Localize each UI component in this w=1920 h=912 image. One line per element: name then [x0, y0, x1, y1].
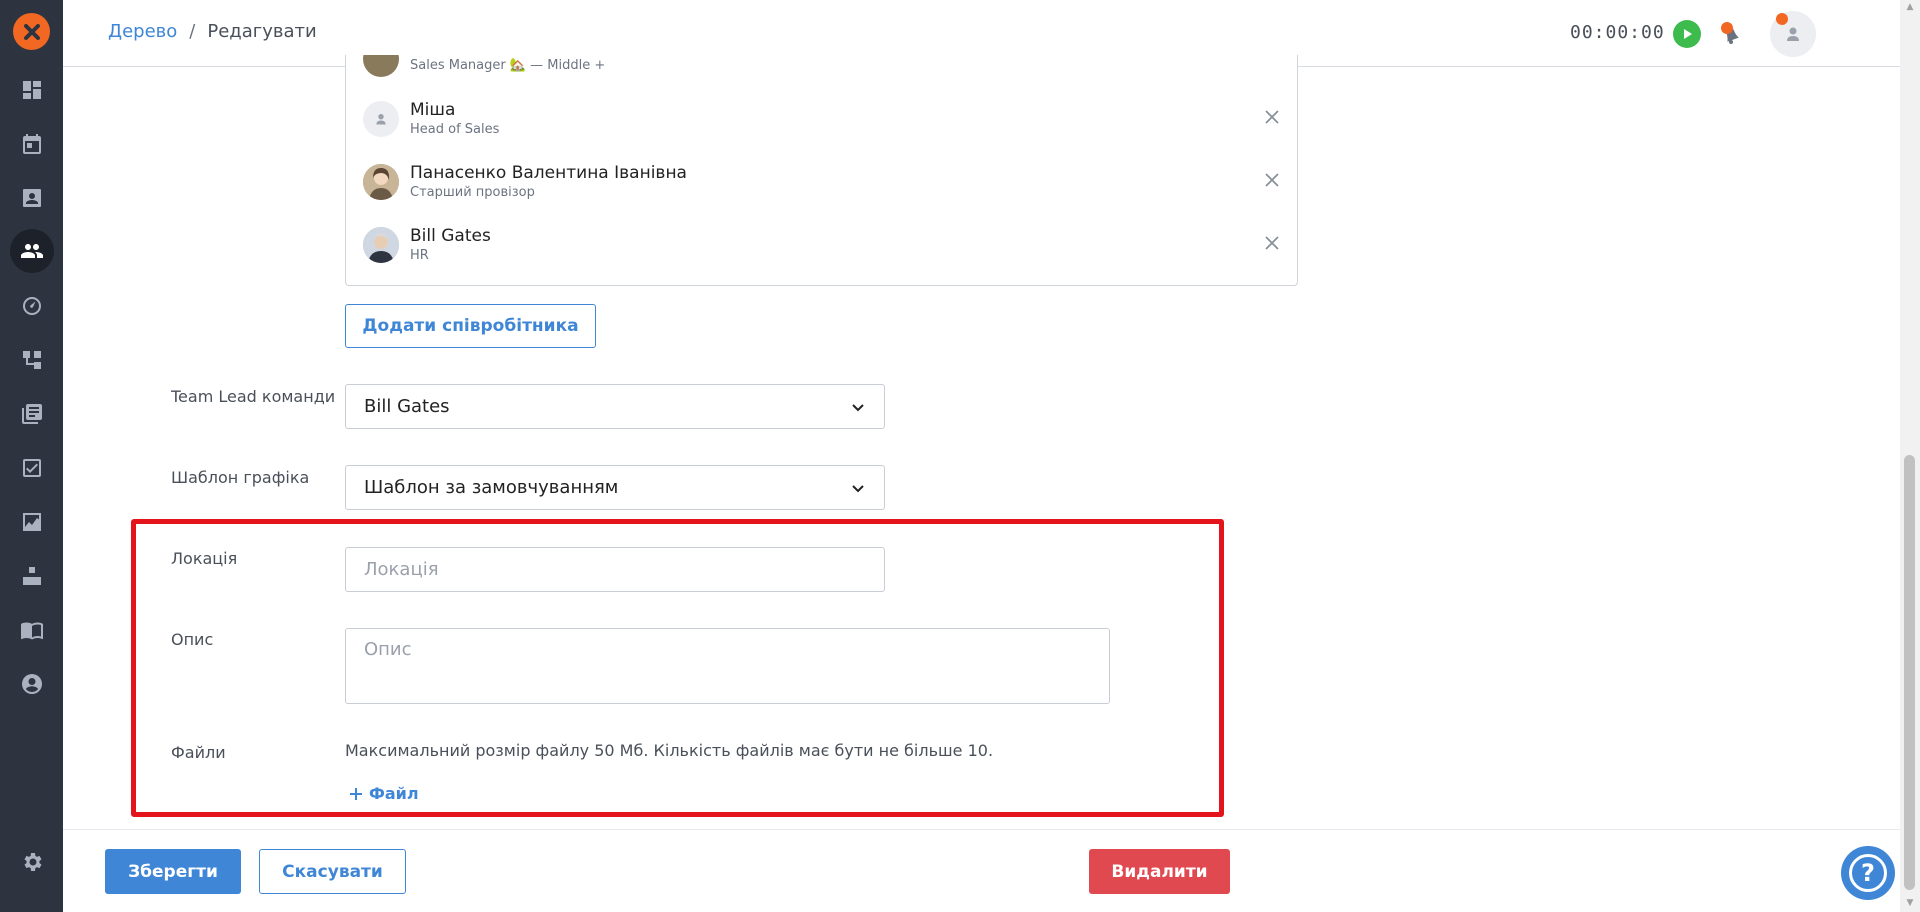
scroll-down-arrow[interactable]: ▼ — [1904, 898, 1916, 908]
chevron-down-icon — [852, 485, 864, 493]
user-placeholder-icon — [1787, 27, 1799, 41]
description-label: Опис — [171, 630, 214, 649]
user-placeholder-icon — [376, 113, 386, 125]
org-tree-icon — [22, 351, 41, 369]
avatar — [363, 55, 399, 77]
logo-x-icon — [23, 23, 40, 40]
sidebar-item-contacts[interactable] — [0, 176, 63, 220]
add-file-label: Файл — [369, 784, 419, 803]
gear-icon — [24, 853, 41, 871]
files-hint: Максимальний розмір файлу 50 Мб. Кількіс… — [345, 741, 994, 760]
close-icon — [1265, 173, 1279, 187]
close-icon — [1265, 236, 1279, 250]
breadcrumb-current: Редагувати — [207, 21, 317, 42]
employee-name: Bill Gates — [410, 226, 491, 246]
library-icon — [21, 404, 42, 424]
notifications-button[interactable] — [1717, 20, 1745, 48]
remove-employee-button[interactable] — [1261, 232, 1283, 254]
sidebar-item-structure[interactable] — [0, 338, 63, 382]
sidebar — [0, 0, 63, 912]
app-logo[interactable] — [13, 13, 50, 50]
scrollbar-thumb[interactable] — [1904, 455, 1915, 890]
add-employee-button[interactable]: Додати співробітника — [345, 304, 596, 348]
cancel-button[interactable]: Скасувати — [259, 849, 406, 894]
list-item: Панасенко Валентина Іванівна Старший про… — [346, 150, 1297, 212]
schedule-template-label: Шаблон графіка — [171, 468, 310, 487]
team-lead-label: Team Lead команди — [171, 387, 336, 406]
sidebar-item-knowledge[interactable] — [0, 608, 63, 652]
avatar — [363, 101, 399, 137]
team-icon — [20, 244, 43, 258]
help-button[interactable]: ? — [1841, 846, 1895, 900]
breadcrumb: Дерево / Редагувати — [108, 21, 317, 42]
employee-list: Sales Manager 🏡 — Middle + Міша Head of … — [345, 55, 1298, 286]
close-icon — [1265, 110, 1279, 124]
contact-card-icon — [22, 189, 41, 207]
avatar-status-badge — [1776, 13, 1788, 25]
employee-role: Head of Sales — [410, 122, 500, 137]
list-item: Bill Gates HR — [346, 213, 1297, 275]
sidebar-item-team[interactable] — [0, 229, 63, 273]
remove-employee-button[interactable] — [1261, 106, 1283, 128]
team-lead-select[interactable]: Bill Gates — [345, 384, 885, 429]
boxes-icon — [22, 567, 41, 585]
save-button[interactable]: Зберегти — [105, 849, 241, 894]
schedule-template-select[interactable]: Шаблон за замовчуванням — [345, 465, 885, 510]
sidebar-item-settings[interactable] — [0, 840, 63, 884]
footer-divider — [63, 829, 1900, 830]
chevron-down-icon — [852, 404, 864, 412]
schedule-template-value: Шаблон за замовчуванням — [364, 477, 619, 498]
location-input[interactable] — [345, 547, 885, 592]
employee-role: Sales Manager 🏡 — Middle + — [410, 58, 606, 73]
breadcrumb-separator: / — [189, 21, 196, 42]
team-lead-value: Bill Gates — [364, 396, 450, 417]
sidebar-item-library[interactable] — [0, 392, 63, 436]
avatar — [363, 164, 399, 200]
speedometer-icon — [22, 297, 41, 315]
employee-name: Міша — [410, 100, 456, 120]
description-textarea[interactable] — [345, 628, 1110, 704]
plus-icon — [350, 787, 362, 800]
timer-play-button[interactable] — [1673, 20, 1701, 48]
sidebar-item-performance[interactable] — [0, 284, 63, 328]
task-check-icon — [22, 459, 41, 477]
avatar-photo — [363, 164, 399, 200]
scroll-up-arrow[interactable]: ▲ — [1904, 2, 1916, 12]
time-tracker-display: 00:00:00 — [1570, 22, 1665, 43]
book-icon — [20, 622, 43, 640]
employee-name: Панасенко Валентина Іванівна — [410, 163, 687, 183]
breadcrumb-root-link[interactable]: Дерево — [108, 21, 177, 42]
user-circle-icon — [21, 674, 42, 694]
avatar-photo — [363, 227, 399, 263]
dashboard-icon — [22, 81, 41, 99]
list-item: Міша Head of Sales — [346, 87, 1297, 149]
sidebar-item-tasks[interactable] — [0, 446, 63, 490]
analytics-icon — [22, 513, 41, 531]
sidebar-item-dashboard[interactable] — [0, 68, 63, 112]
notification-badge — [1721, 22, 1733, 34]
remove-employee-button[interactable] — [1261, 169, 1283, 191]
sidebar-item-analytics[interactable] — [0, 500, 63, 544]
delete-button[interactable]: Видалити — [1089, 849, 1230, 894]
employee-role: Старший провізор — [410, 185, 535, 200]
add-file-button[interactable]: Файл — [349, 784, 419, 803]
help-icon: ? — [1849, 854, 1887, 892]
play-icon — [1684, 29, 1692, 39]
active-indicator — [9, 229, 54, 273]
user-avatar-button[interactable] — [1770, 11, 1816, 57]
files-label: Файли — [171, 743, 226, 762]
location-label: Локація — [171, 549, 238, 568]
calendar-icon — [22, 134, 41, 154]
sidebar-item-inventory[interactable] — [0, 554, 63, 598]
avatar — [363, 227, 399, 263]
sidebar-item-calendar[interactable] — [0, 122, 63, 166]
sidebar-item-profile[interactable] — [0, 662, 63, 706]
employee-role: HR — [410, 248, 429, 263]
